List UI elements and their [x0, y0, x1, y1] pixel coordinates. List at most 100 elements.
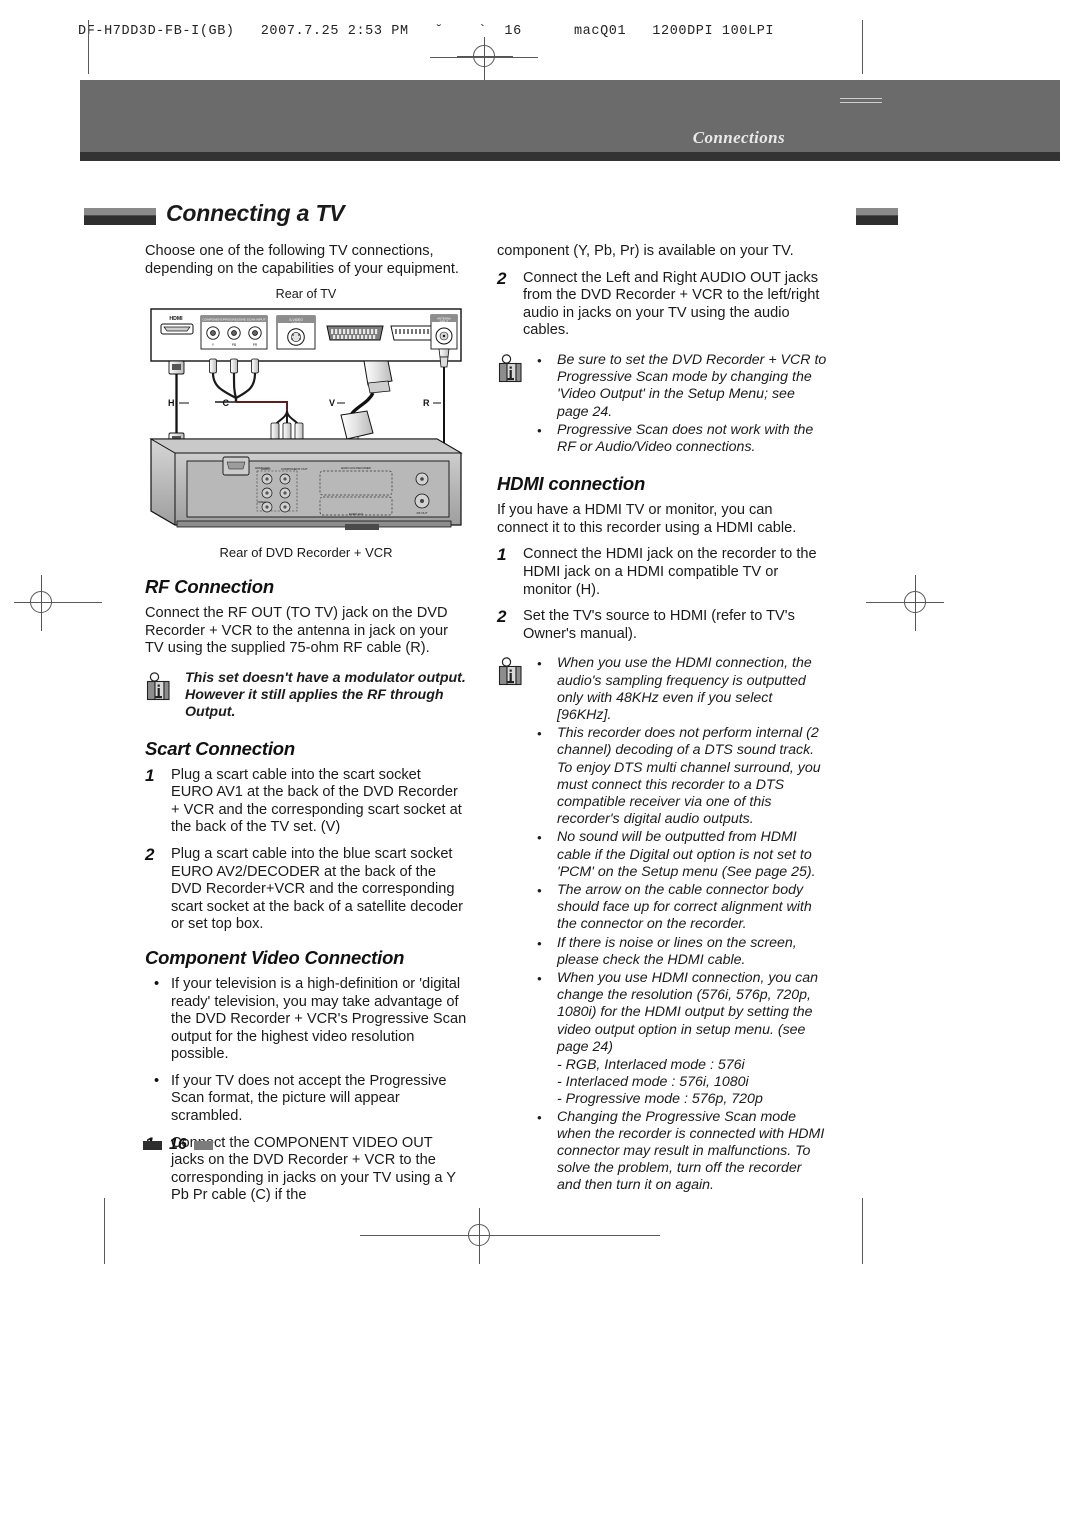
- step-number: 2: [497, 607, 507, 627]
- note-bullet: • When you use HDMI connection, you can …: [537, 970, 827, 1056]
- resolution-mode-progressive: - Progressive mode : 576p, 720p: [557, 1091, 763, 1108]
- note-bullet: • If there is noise or lines on the scre…: [537, 935, 827, 969]
- section-title-rf-connection: RF Connection: [145, 576, 274, 598]
- note-bullet: • Progressive Scan does not work with th…: [537, 422, 827, 456]
- svg-text:INPUT: INPUT: [292, 322, 301, 326]
- bullet-dot: •: [537, 1109, 542, 1125]
- right-column: component (Y, Pb, Pr) is available on yo…: [497, 243, 827, 1206]
- step-text: Plug a scart cable into the scart socket…: [171, 766, 462, 836]
- info-person-icon: [497, 655, 537, 1195]
- step-text: Connect the HDMI jack on the recorder to…: [523, 546, 817, 598]
- bullet-text: The arrow on the cable connector body sh…: [557, 881, 812, 933]
- step-number: 1: [145, 765, 155, 785]
- resolution-mode-rgb-interlaced: - RGB, Interlaced mode : 576i: [557, 1057, 745, 1074]
- note-hdmi-body: • When you use the HDMI connection, the …: [537, 655, 827, 1195]
- bullet-dot: •: [537, 656, 542, 672]
- step-number: 1: [497, 545, 507, 565]
- step-text: Connect the Left and Right AUDIO OUT jac…: [523, 269, 820, 339]
- bullet-dot: •: [537, 726, 542, 742]
- bullet-dot: •: [537, 971, 542, 986]
- svg-text:AUDIO: AUDIO: [261, 467, 271, 471]
- bullet-dot: •: [154, 975, 160, 992]
- bullet-dot: •: [537, 830, 542, 846]
- bullet-text: No sound will be outputted from HDMI cab…: [557, 829, 816, 880]
- crop-line-top-right: [862, 20, 864, 74]
- bullet-dot: •: [537, 422, 542, 438]
- bullet-text: Be sure to set the DVD Recorder + VCR to…: [557, 351, 827, 420]
- crop-line-bottom-right: [862, 1198, 864, 1264]
- chapter-banner-rule: [80, 152, 1060, 161]
- svg-text:HDMI: HDMI: [169, 316, 183, 322]
- crop-line-bottom-left: [104, 1198, 106, 1264]
- svg-text:H: H: [168, 398, 175, 408]
- section-title-component-video-connection: Component Video Connection: [145, 946, 405, 968]
- bullet-text: When you use HDMI connection, you can ch…: [557, 970, 819, 1055]
- svg-text:VIDEO: VIDEO: [257, 500, 267, 504]
- bullet-text: Progressive Scan does not work with the …: [557, 421, 814, 455]
- component-step-2: 2 Connect the Left and Right AUDIO OUT j…: [497, 268, 827, 340]
- chapter-banner-label: Connections: [692, 128, 785, 147]
- rear-panel-connection-diagram: HDMI COMPONENT/PROGRESSIVE SCAN INPUT Y …: [149, 308, 463, 531]
- note-component-body: • Be sure to set the DVD Recorder + VCR …: [537, 352, 827, 457]
- note-bullet: • Changing the Progressive Scan mode whe…: [537, 1109, 827, 1195]
- svg-text:PR: PR: [253, 343, 258, 347]
- print-slug-line: DF-H7DD3D-FB-I(GB) 2007.7.25 2:53 PM ˘ `…: [78, 24, 775, 39]
- tv-rear-panel: HDMI COMPONENT/PROGRESSIVE SCAN INPUT Y …: [150, 308, 462, 362]
- resolution-mode-interlaced: - Interlaced mode : 576i, 1080i: [557, 1074, 749, 1091]
- bullet-text: Changing the Progressive Scan mode when …: [557, 1108, 825, 1194]
- note-rf-text: This set doesn't have a modulator output…: [185, 669, 466, 721]
- bullet-dot: •: [154, 1072, 160, 1089]
- scart-step-2: 2 Plug a scart cable into the blue scart…: [145, 846, 467, 934]
- heading-bar-right: [856, 208, 898, 225]
- svg-text:R: R: [423, 398, 430, 408]
- banner-tick-decoration: [840, 98, 882, 103]
- step-text: Set the TV's source to HDMI (refer to TV…: [523, 608, 795, 642]
- hdmi-step-2: 2 Set the TV's source to HDMI (refer to …: [497, 608, 827, 643]
- crop-line-bottom-center-h: [360, 1235, 660, 1237]
- note-rf-connection: This set doesn't have a modulator output…: [145, 670, 467, 722]
- note-bullet: • This recorder does not perform interna…: [537, 725, 827, 828]
- rf-connection-body: Connect the RF OUT (TO TV) jack on the D…: [145, 605, 448, 657]
- svg-text:EURO AV1: EURO AV1: [349, 512, 364, 516]
- note-bullet: • No sound will be outputted from HDMI c…: [537, 829, 827, 881]
- footer-bar-left: [143, 1140, 162, 1150]
- note-bullet: • The arrow on the cable connector body …: [537, 882, 827, 934]
- note-component-video: • Be sure to set the DVD Recorder + VCR …: [497, 352, 827, 457]
- figure-caption-rear-of-recorder: Rear of DVD Recorder + VCR: [219, 545, 393, 561]
- note-hdmi-connection: • When you use the HDMI connection, the …: [497, 655, 827, 1195]
- scart-step-1: 1 Plug a scart cable into the scart sock…: [145, 765, 467, 837]
- svg-text:PB: PB: [232, 343, 236, 347]
- step-number: 2: [497, 268, 507, 288]
- step-number: 2: [145, 844, 155, 864]
- dvd-recorder-rear-panel: HDMI OUT AUDIO COMPONENT OUT VIDEO EURO …: [149, 438, 463, 531]
- bullet-dot: •: [537, 882, 542, 898]
- hdmi-step-1: 1 Connect the HDMI jack on the recorder …: [497, 546, 827, 599]
- svg-text:COMPONENT/PROGRESSIVE SCAN INP: COMPONENT/PROGRESSIVE SCAN INPUT: [202, 318, 265, 322]
- svg-text:EURO AV2 DECODER: EURO AV2 DECODER: [341, 466, 371, 470]
- bullet-text: When you use the HDMI connection, the au…: [557, 655, 812, 723]
- component-bullet-1: • If your television is a high-definitio…: [145, 976, 467, 1064]
- figure-caption-rear-of-tv: Rear of TV: [275, 287, 337, 302]
- page-title: Connecting a TV: [166, 200, 345, 226]
- svg-text:RF OUT: RF OUT: [417, 511, 428, 515]
- bullet-text: This recorder does not perform internal …: [557, 725, 821, 828]
- component-continued-text: component (Y, Pb, Pr) is available on yo…: [497, 243, 794, 259]
- section-title-scart-connection: Scart Connection: [145, 737, 295, 759]
- bullet-dot: •: [537, 352, 542, 368]
- info-person-icon: [497, 352, 537, 457]
- left-column: Choose one of the following TV connectio…: [145, 243, 467, 1214]
- hdmi-intro: If you have a HDMI TV or monitor, you ca…: [497, 502, 797, 536]
- section-title-hdmi-connection: HDMI connection: [497, 473, 646, 495]
- registration-mark-top-center: [457, 29, 513, 85]
- page-number: 16: [169, 1136, 187, 1153]
- intro-paragraph: Choose one of the following TV connectio…: [145, 243, 459, 277]
- step-text: Plug a scart cable into the blue scart s…: [171, 845, 464, 933]
- crop-line-left-middle: [56, 602, 102, 604]
- svg-text:V: V: [329, 398, 335, 408]
- bullet-dot: •: [537, 935, 542, 951]
- bullet-text: If there is noise or lines on the screen…: [557, 934, 797, 968]
- info-person-icon: [145, 670, 185, 722]
- chapter-banner: Connections: [80, 80, 1060, 152]
- crop-line-right-middle: [866, 602, 906, 604]
- step-text: Connect the COMPONENT VIDEO OUT jacks on…: [171, 1134, 456, 1204]
